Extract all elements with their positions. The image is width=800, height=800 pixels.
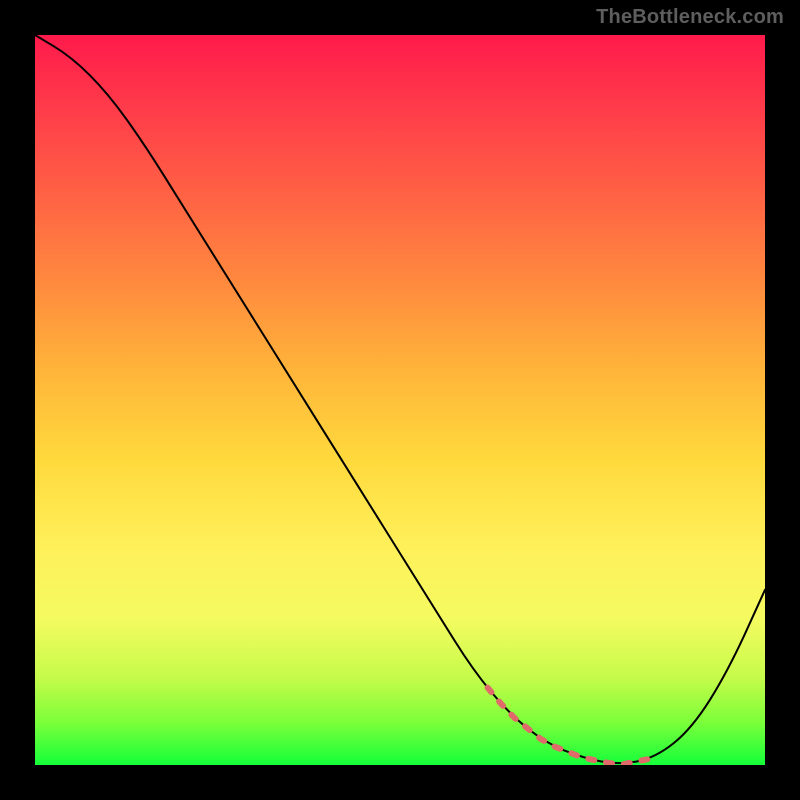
bottleneck-curve — [35, 35, 765, 763]
chart-stage: TheBottleneck.com — [0, 0, 800, 800]
highlight-dots — [488, 688, 649, 765]
plot-area — [35, 35, 765, 765]
curve-svg — [35, 35, 765, 765]
watermark-text: TheBottleneck.com — [596, 6, 784, 29]
